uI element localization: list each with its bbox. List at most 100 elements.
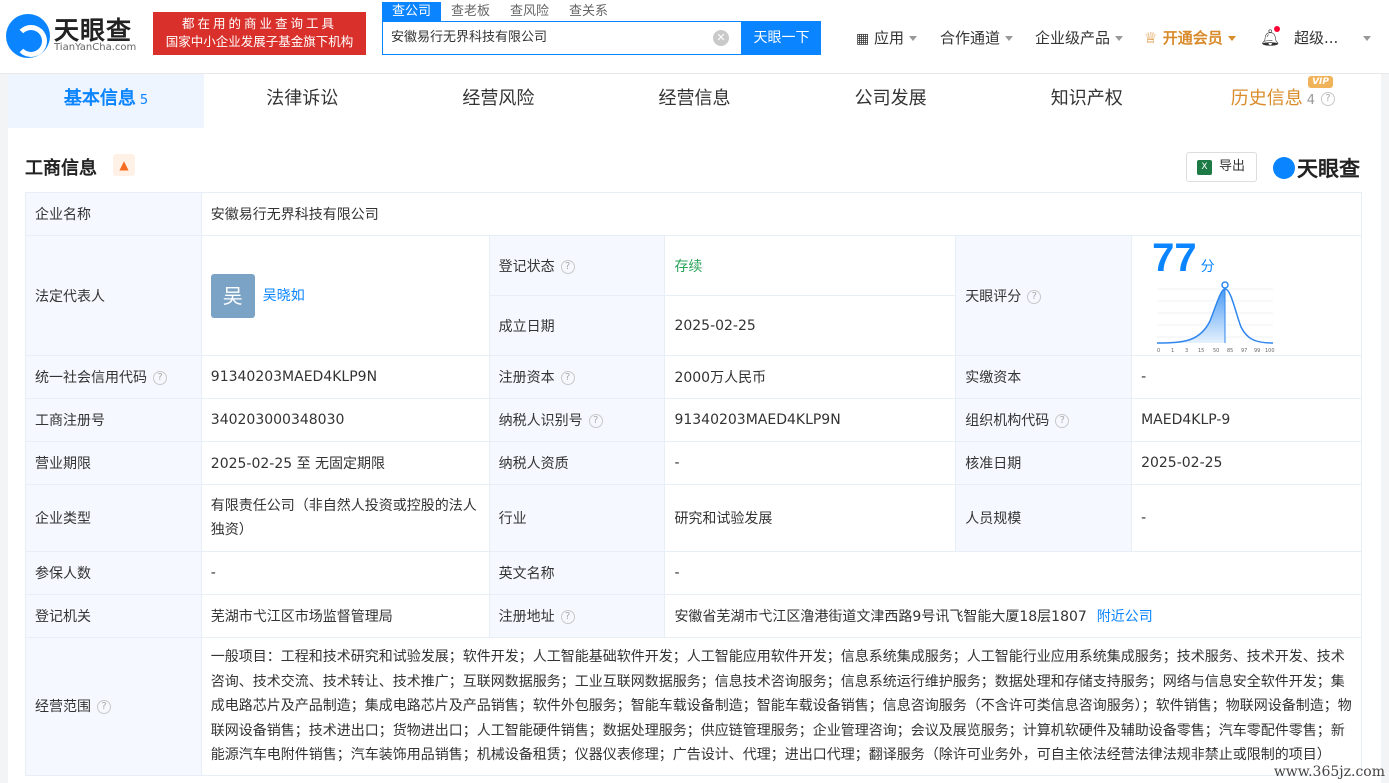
tick-label: 0 [1157, 348, 1160, 354]
watermark: www.365jz.com [1273, 764, 1385, 780]
help-icon[interactable]: ? [1321, 92, 1336, 106]
tab-label: 基本信息 [63, 88, 136, 109]
crown-icon: ♕ [1144, 29, 1158, 47]
help-icon[interactable]: ? [588, 414, 603, 428]
search-button[interactable]: 天眼一下 [742, 21, 821, 55]
cell-label: 企业类型 [25, 484, 202, 552]
notification-bell[interactable]: 🔔︎ [1260, 26, 1280, 50]
promo-banner[interactable]: 都在用的商业查询工具 国家中小企业发展子基金旗下机构 [153, 12, 366, 55]
tick-label: 97 [1241, 348, 1247, 354]
tab-count: 5 [139, 93, 149, 108]
subscribe-bell-icon[interactable]: ▲ [113, 154, 135, 176]
export-label: 导出 [1219, 159, 1246, 174]
org-code: MAED4KLP-9 [1131, 398, 1362, 442]
search-box[interactable]: 安徽易行无界科技有限公司 ✕ [382, 21, 742, 55]
promo-line-1: 都在用的商业查询工具 [181, 16, 337, 31]
cell-label: 实缴资本 [955, 355, 1133, 399]
tick-label: 100 [1265, 348, 1275, 354]
logo-subtext: TianYanCha.com [54, 42, 137, 53]
avatar[interactable]: 吴 [210, 273, 255, 318]
chevron-down-icon [909, 36, 918, 41]
chevron-down-icon [1227, 36, 1236, 41]
nav-apps-label: 应用 [874, 29, 905, 47]
cell-label-text: 登记状态 [498, 258, 555, 275]
company-type: 有限责任公司（非自然人投资或控股的法人独资） [200, 484, 490, 552]
nav-enterprise[interactable]: 企业级产品 [1035, 26, 1124, 50]
tab-ip[interactable]: 知识产权 [989, 74, 1185, 128]
search-tab-risk[interactable]: 查风险 [500, 2, 559, 22]
taxpayer-qualification: - [664, 441, 957, 485]
cell-label-with-help: 经营范围? [25, 637, 202, 776]
company-name: 安徽易行无界科技有限公司 [200, 192, 1363, 236]
legal-rep-link[interactable]: 吴晓如 [263, 288, 305, 304]
cell-label: 成立日期 [488, 295, 666, 356]
score-cell[interactable]: 77 分 0 1 3 15 50 85 97 99 100 [1131, 235, 1362, 356]
export-button[interactable]: X 导出 [1186, 152, 1257, 182]
reg-authority: 芜湖市弋江区市场监督管理局 [200, 594, 490, 638]
help-icon[interactable]: ? [560, 259, 575, 274]
tab-legal[interactable]: 法律诉讼 [204, 74, 400, 128]
search-input[interactable]: 安徽易行无界科技有限公司 [391, 22, 547, 54]
search-type-tabs: 查公司 查老板 查风险 查关系 [382, 2, 618, 22]
tab-basic-info[interactable]: 基本信息 5 [8, 74, 205, 128]
clear-icon[interactable]: ✕ [713, 30, 729, 46]
cell-label-with-help: 天眼评分? [955, 235, 1133, 356]
score-distribution-chart: 0 1 3 15 50 85 97 99 100 [1157, 281, 1275, 354]
cell-label: 纳税人资质 [488, 441, 666, 485]
tab-operation[interactable]: 经营信息 [596, 74, 792, 128]
logo-icon [6, 14, 50, 58]
grid-icon: ▦ [856, 31, 870, 47]
reg-status: 存续 [664, 235, 957, 296]
brand-text: 天眼查 [1297, 157, 1360, 181]
table-row: 登记机关 芜湖市弋江区市场监督管理局 注册地址? 安徽省芜湖市弋江区澛港街道文津… [25, 594, 1362, 638]
section-title: 工商信息 [25, 158, 97, 179]
help-icon[interactable]: ? [97, 700, 111, 715]
help-icon[interactable]: ? [1055, 414, 1070, 428]
main-tabs: 基本信息 5 法律诉讼 经营风险 经营信息 公司发展 知识产权 历史信息 4? VIP [8, 74, 1381, 128]
approve-date: 2025-02-25 [1131, 441, 1362, 485]
cell-label-text: 纳税人识别号 [498, 413, 583, 429]
search-tab-relation[interactable]: 查关系 [559, 2, 618, 22]
site-logo[interactable]: 天眼查 TianYanCha.com [6, 10, 148, 60]
user-name: 超级... [1294, 29, 1339, 47]
user-menu[interactable]: 超级... [1294, 26, 1372, 50]
reg-address: 安徽省芜湖市弋江区澛港街道文津西路9号讯飞智能大厦18层1807 [674, 609, 1087, 625]
cell-label-with-help: 注册资本? [488, 355, 666, 399]
cell-label: 登记机关 [25, 594, 202, 638]
reg-no: 340203000348030 [200, 398, 490, 442]
paid-capital: - [1131, 355, 1362, 399]
business-term: 2025-02-25 至 无固定期限 [200, 441, 490, 485]
address-cell: 安徽省芜湖市弋江区澛港街道文津西路9号讯飞智能大厦18层1807 附近公司 [664, 594, 1362, 638]
cell-label-text: 经营范围 [35, 699, 91, 716]
nav-enterprise-label: 企业级产品 [1035, 29, 1111, 47]
search-tab-boss[interactable]: 查老板 [441, 2, 500, 22]
chart-marker [1221, 281, 1229, 289]
cell-label: 营业期限 [25, 441, 202, 485]
help-icon[interactable]: ? [1027, 289, 1042, 304]
cell-label: 参保人数 [25, 551, 202, 595]
cell-label: 企业名称 [25, 192, 202, 236]
search-tab-company[interactable]: 查公司 [382, 2, 442, 22]
chevron-down-icon [1005, 36, 1014, 41]
english-name: - [664, 551, 1362, 595]
nearby-companies-link[interactable]: 附近公司 [1097, 609, 1153, 625]
help-icon[interactable]: ? [560, 610, 575, 624]
top-bar: 天眼查 TianYanCha.com 都在用的商业查询工具 国家中小企业发展子基… [0, 0, 1389, 74]
business-scope: 一般项目：工程和技术研究和试验发展；软件开发；人工智能基础软件开发；人工智能应用… [200, 637, 1363, 776]
help-icon[interactable]: ? [560, 371, 575, 385]
taxpayer-id: 91340203MAED4KLP9N [664, 398, 957, 442]
nav-partner[interactable]: 合作通道 [940, 26, 1014, 50]
cell-label-text: 组织机构代码 [965, 413, 1050, 429]
tab-history[interactable]: 历史信息 4? VIP [1185, 74, 1381, 128]
nav-vip[interactable]: ♕ 开通会员 [1144, 26, 1236, 50]
tab-development[interactable]: 公司发展 [793, 74, 989, 128]
nav-apps[interactable]: ▦ 应用 [856, 26, 918, 50]
score-value: 77 [1152, 236, 1197, 280]
chart-ticks: 0 1 3 15 50 85 97 99 100 [1157, 348, 1275, 354]
tick-label: 1 [1171, 348, 1174, 354]
logo-icon [1273, 157, 1295, 179]
tab-risk[interactable]: 经营风险 [400, 74, 596, 128]
help-icon[interactable]: ? [153, 371, 167, 385]
promo-line-2: 国家中小企业发展子基金旗下机构 [165, 34, 354, 49]
cell-label-text: 注册资本 [498, 370, 555, 386]
